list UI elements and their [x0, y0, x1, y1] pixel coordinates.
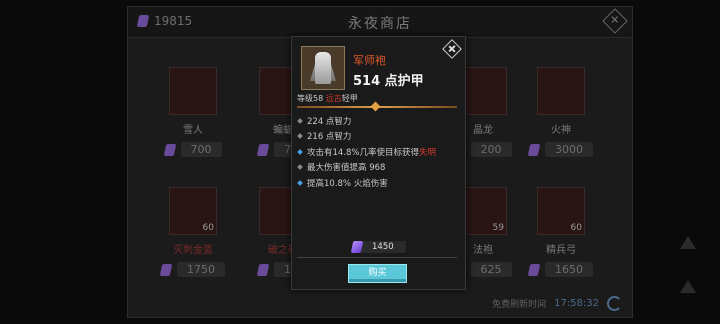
item-level: 等级58 远古轻甲 — [297, 94, 358, 103]
item-main-stat: 514 点护甲 — [353, 74, 424, 89]
attribute-row: 攻击有14.8%几率使目标获得 失明 — [297, 144, 437, 160]
gem-icon — [256, 143, 270, 156]
gem-icon — [527, 143, 541, 156]
shop-title: 永夜商店 — [348, 16, 412, 32]
refresh-timer: 免费刷新时间 17:58:32 — [492, 296, 622, 311]
divider — [297, 101, 457, 112]
price-display: 1450 — [350, 241, 406, 253]
item-detail-popup: 军师袍 514 点护甲 等级58 远古轻甲 224 点智力 216 点智力 攻击… — [291, 36, 466, 290]
price-value: 1450 — [358, 241, 406, 253]
attribute-row: 提高10.8% 火焰伤害 — [297, 175, 436, 191]
bullet-icon — [297, 133, 303, 140]
item-icon — [169, 67, 217, 115]
attribute-row: 最大伤害值提高 968 — [297, 160, 436, 176]
side-arrow-icon[interactable] — [680, 236, 696, 249]
close-icon: ✕ — [610, 14, 620, 27]
gem-icon — [163, 143, 176, 156]
item-name: 雪人 — [183, 125, 203, 136]
gem-icon — [527, 263, 541, 276]
refresh-label: 免费刷新时间 — [492, 300, 547, 310]
divider — [297, 257, 457, 258]
attribute-list: 224 点智力 216 点智力 攻击有14.8%几率使目标获得 失明 最大伤害值提… — [297, 113, 437, 191]
item-price: 3000 — [526, 142, 596, 157]
item-icon — [537, 67, 585, 115]
item-icon: 59 — [459, 187, 507, 235]
shop-item[interactable]: 60 精兵弓 1650 — [526, 187, 596, 277]
attribute-row: 216 点智力 — [297, 129, 436, 145]
item-icon: 60 — [169, 187, 217, 235]
attribute-row: 224 点智力 — [297, 113, 436, 129]
buy-button[interactable]: 购买 — [348, 264, 407, 283]
bullet-icon — [297, 179, 303, 186]
gem-icon — [159, 263, 173, 276]
item-quality: 远古 — [325, 94, 342, 103]
bullet-icon — [297, 148, 303, 155]
item-price: 1650 — [526, 262, 596, 277]
gem-icon — [256, 263, 270, 276]
item-price: 700 — [158, 142, 228, 157]
bullet-icon — [297, 164, 303, 171]
game-screen: 19815 永夜商店 ✕ 雪人 700 蝙蝠 70 晶龙 200 火神 3000 — [0, 0, 720, 324]
item-image — [301, 46, 345, 90]
item-name: 军师袍 — [353, 54, 386, 67]
refresh-icon[interactable] — [607, 296, 622, 311]
attribute-highlight: 失明 — [419, 147, 437, 158]
item-name: 灭刺金盔 — [173, 245, 213, 256]
shop-item[interactable]: 雪人 700 — [158, 67, 228, 157]
shop-item[interactable]: 火神 3000 — [526, 67, 596, 157]
refresh-countdown: 17:58:32 — [554, 298, 599, 309]
item-icon: 60 — [537, 187, 585, 235]
side-arrow-icon[interactable] — [680, 280, 696, 293]
shop-item[interactable]: 60 灭刺金盔 1750 — [158, 187, 228, 277]
item-name: 火神 — [551, 125, 571, 136]
item-price: 1750 — [158, 262, 228, 277]
popup-close-button[interactable] — [442, 39, 462, 59]
bullet-icon — [297, 117, 303, 124]
item-icon — [459, 67, 507, 115]
shop-header: 19815 永夜商店 ✕ — [128, 7, 632, 38]
item-name: 精兵弓 — [546, 245, 576, 256]
